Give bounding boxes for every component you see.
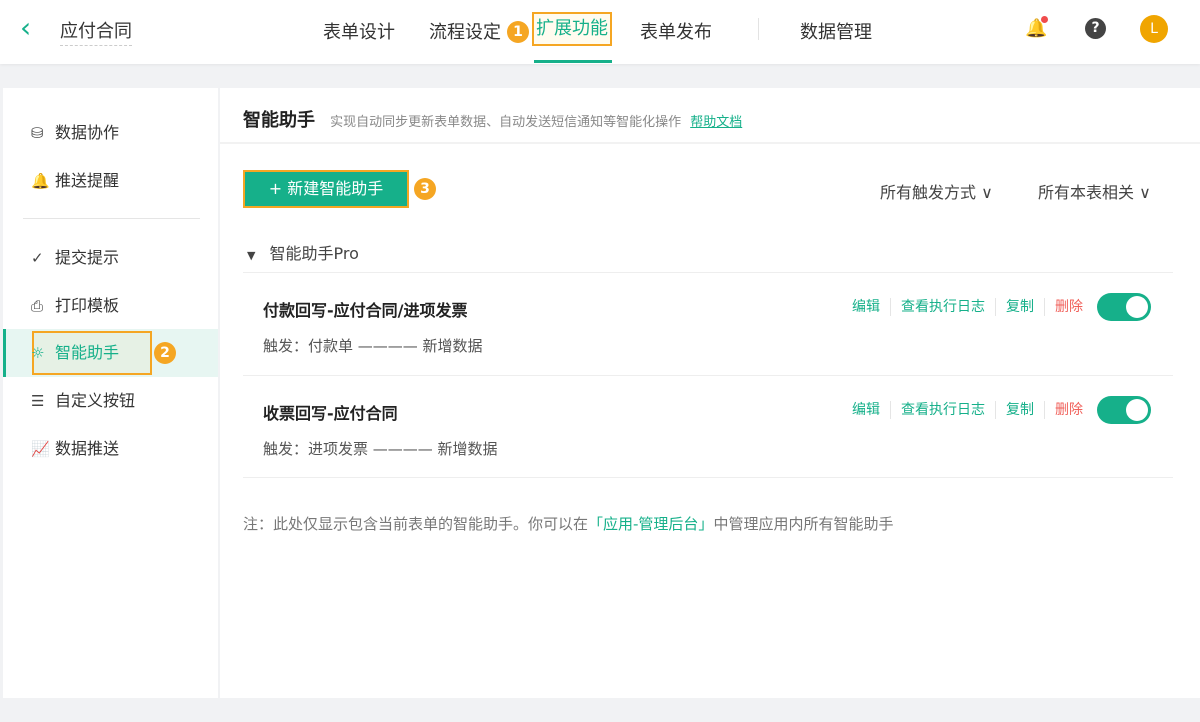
app-title[interactable]: 应付合同	[60, 17, 132, 46]
tab-workflow[interactable]: 流程设定	[429, 18, 501, 44]
note-text: 注：此处仅显示包含当前表单的智能助手。你可以在	[243, 515, 589, 533]
step-badge-3: 3	[414, 178, 436, 200]
copy-link[interactable]: 复制	[996, 401, 1045, 419]
view-log-link[interactable]: 查看执行日志	[891, 298, 996, 316]
step-badge-1: 1	[507, 21, 529, 43]
sidebar-item-submit-tip[interactable]: ✓ 提交提示	[3, 234, 218, 282]
assistant-name: 付款回写-应付合同/进项发票	[263, 301, 468, 320]
tab-data-management[interactable]: 数据管理	[800, 18, 872, 44]
copy-link[interactable]: 复制	[996, 298, 1045, 316]
help-docs-link[interactable]: 帮助文档	[690, 115, 742, 130]
chart-icon: 📈	[31, 440, 50, 458]
bell-icon: 🔔	[31, 172, 50, 190]
check-circle-icon: ✓	[31, 249, 44, 267]
bell-icon[interactable]: 🔔	[1025, 16, 1049, 39]
new-assistant-button[interactable]: + 新建智能助手	[243, 170, 409, 208]
assistant-trigger: 触发：进项发票 ———— 新增数据	[263, 440, 498, 458]
sidebar-item-label: 自定义按钮	[55, 391, 136, 410]
delete-link[interactable]: 删除	[1045, 298, 1093, 316]
note-text: 中管理应用内所有智能助手	[713, 515, 894, 533]
enable-toggle[interactable]	[1097, 396, 1151, 424]
help-icon[interactable]: ?	[1085, 18, 1106, 39]
avatar[interactable]: L	[1140, 15, 1168, 43]
database-icon: ⛁	[31, 124, 44, 142]
sidebar-item-smart-assistant[interactable]: ☼ 智能助手 2	[3, 329, 218, 377]
sidebar-item-data-collab[interactable]: ⛁ 数据协作	[3, 109, 218, 157]
sidebar-item-print-template[interactable]: ⎙ 打印模板	[3, 282, 218, 330]
table-filter-dropdown[interactable]: 所有本表相关 ∨	[1038, 179, 1151, 203]
sidebar-item-label: 数据协作	[55, 123, 120, 142]
footnote: 注：此处仅显示包含当前表单的智能助手。你可以在「应用-管理后台」中管理应用内所有…	[243, 513, 893, 534]
tab-extensions[interactable]: 扩展功能	[532, 12, 612, 46]
page-title: 智能助手	[243, 110, 315, 131]
divider	[23, 218, 200, 219]
enable-toggle[interactable]	[1097, 293, 1151, 321]
back-chevron-icon[interactable]: ‹	[20, 14, 31, 42]
buttons-icon: ☰	[31, 392, 45, 410]
page-description: 实现自动同步更新表单数据、自动发送短信通知等智能化操作	[330, 115, 682, 130]
view-log-link[interactable]: 查看执行日志	[891, 401, 996, 419]
divider	[758, 18, 759, 40]
caret-down-icon: ▼	[247, 249, 256, 262]
sidebar-item-label: 推送提醒	[55, 171, 120, 190]
assistant-trigger: 触发：付款单 ———— 新增数据	[263, 337, 483, 355]
sidebar: ⛁ 数据协作 🔔 推送提醒 ✓ 提交提示 ⎙ 打印模板 ☼ 智能助手 2 ☰ 自定义按钮 📈 数…	[3, 88, 218, 698]
sidebar-item-label: 智能助手	[55, 343, 120, 362]
sidebar-item-label: 提交提示	[55, 248, 120, 267]
group-header[interactable]: ▼ 智能助手Pro	[247, 240, 359, 264]
tab-form-design[interactable]: 表单设计	[323, 18, 395, 44]
edit-link[interactable]: 编辑	[842, 401, 891, 419]
assistant-row: 付款回写-应付合同/进项发票 触发：付款单 ———— 新增数据 编辑 查看执行日…	[243, 272, 1173, 375]
sidebar-item-custom-button[interactable]: ☰ 自定义按钮	[3, 377, 218, 425]
assistant-name: 收票回写-应付合同	[263, 404, 398, 423]
tab-publish[interactable]: 表单发布	[640, 18, 712, 44]
lightbulb-icon: ☼	[31, 344, 45, 362]
trigger-filter-dropdown[interactable]: 所有触发方式 ∨	[880, 179, 993, 203]
sidebar-item-label: 打印模板	[55, 296, 120, 315]
sidebar-item-label: 数据推送	[55, 439, 120, 458]
sidebar-item-data-push[interactable]: 📈 数据推送	[3, 425, 218, 473]
delete-link[interactable]: 删除	[1045, 401, 1093, 419]
assistant-row: 收票回写-应付合同 触发：进项发票 ———— 新增数据 编辑 查看执行日志 复制…	[243, 375, 1173, 478]
printer-icon: ⎙	[31, 297, 44, 315]
sidebar-item-push-reminder[interactable]: 🔔 推送提醒	[3, 157, 218, 205]
active-tab-indicator	[534, 60, 612, 63]
step-badge-2: 2	[154, 342, 176, 364]
top-bar: ‹ 应付合同 表单设计 流程设定 1 扩展功能 表单发布 数据管理 🔔 ? L	[0, 0, 1200, 64]
main-panel: 智能助手 实现自动同步更新表单数据、自动发送短信通知等智能化操作 帮助文档 + …	[220, 88, 1200, 698]
group-label: 智能助手Pro	[269, 244, 359, 263]
edit-link[interactable]: 编辑	[842, 298, 891, 316]
admin-backend-link[interactable]: 「应用-管理后台」	[588, 515, 713, 533]
section-header: 智能助手 实现自动同步更新表单数据、自动发送短信通知等智能化操作 帮助文档	[220, 88, 1200, 144]
